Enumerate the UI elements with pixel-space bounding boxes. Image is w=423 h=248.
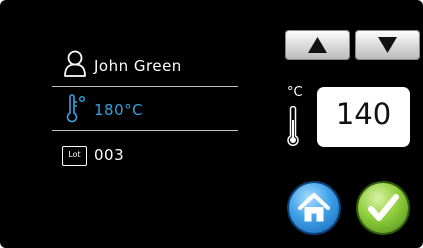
lot-row: Lot 003 (52, 134, 238, 174)
triangle-up-icon (308, 37, 327, 53)
home-icon (298, 193, 330, 222)
lot-badge-label: Lot (68, 150, 81, 159)
decrease-button[interactable] (355, 30, 420, 60)
current-temperature-value: 140 (335, 97, 392, 131)
confirm-button[interactable] (358, 183, 408, 233)
device-screen: John Green 180°C Lot 003 °C 140 (0, 0, 423, 248)
lot-number: 003 (94, 146, 125, 164)
temperature-row[interactable]: 180°C (52, 89, 238, 129)
operator-name: John Green (94, 57, 182, 75)
triangle-down-icon (378, 37, 397, 53)
user-icon (64, 50, 86, 77)
temperature-display[interactable]: 140 (317, 87, 410, 147)
increase-button[interactable] (285, 30, 350, 60)
lot-icon: Lot (62, 146, 87, 166)
home-button[interactable] (289, 183, 339, 233)
thermometer-icon (287, 106, 299, 147)
divider (52, 86, 238, 87)
temperature-setpoint: 180°C (94, 101, 144, 119)
divider (52, 130, 238, 131)
unit-label: °C (287, 85, 303, 100)
operator-row: John Green (52, 45, 238, 85)
thermometer-degree-icon (66, 94, 86, 123)
checkmark-icon (368, 194, 399, 221)
